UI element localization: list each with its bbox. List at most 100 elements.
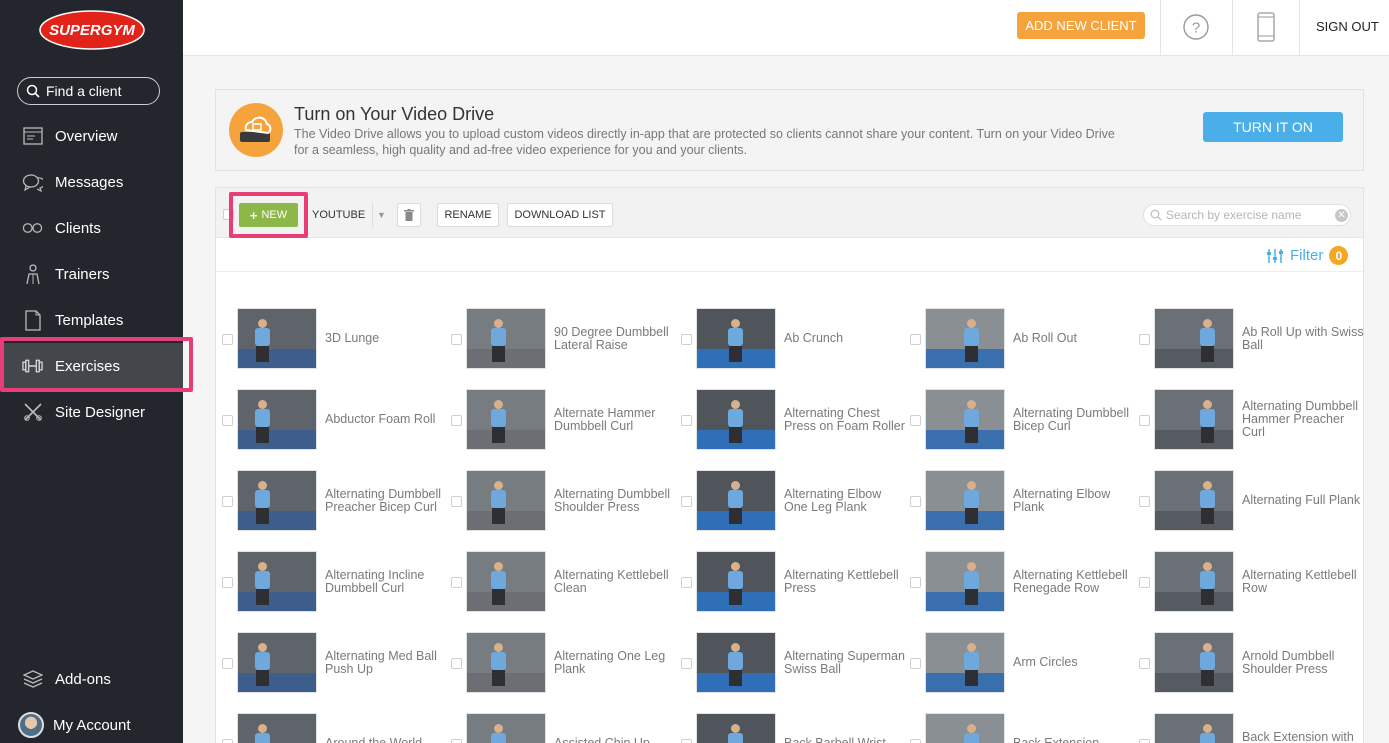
exercise-thumbnail[interactable] — [925, 389, 1005, 450]
exercise-thumbnail[interactable] — [925, 551, 1005, 612]
exercise-checkbox[interactable] — [451, 577, 462, 588]
exercise-checkbox[interactable] — [910, 577, 921, 588]
exercise-thumbnail[interactable] — [696, 632, 776, 693]
exercise-thumbnail[interactable] — [237, 551, 317, 612]
exercise-thumbnail[interactable] — [466, 632, 546, 693]
exercise-checkbox[interactable] — [910, 334, 921, 345]
download-list-button[interactable]: DOWNLOAD LIST — [507, 203, 613, 227]
exercise-thumbnail[interactable] — [1154, 470, 1234, 531]
exercise-thumbnail[interactable] — [1154, 551, 1234, 612]
exercise-thumbnail[interactable] — [237, 389, 317, 450]
exercise-card[interactable]: Back Extension — [908, 713, 1137, 743]
sign-out-link[interactable]: SIGN OUT — [1316, 19, 1379, 34]
turn-it-on-button[interactable]: TURN IT ON — [1203, 112, 1343, 142]
exercise-card[interactable]: Alternating Kettlebell Renegade Row — [908, 551, 1137, 613]
sidebar-item-trainers[interactable]: Trainers — [0, 251, 183, 297]
exercise-card[interactable]: Alternating Incline Dumbbell Curl — [220, 551, 449, 613]
exercise-checkbox[interactable] — [910, 415, 921, 426]
filter-button[interactable]: Filter 0 — [1266, 246, 1349, 265]
exercise-checkbox[interactable] — [681, 496, 692, 507]
exercise-card[interactable]: Ab Roll Out — [908, 308, 1137, 370]
exercise-checkbox[interactable] — [910, 739, 921, 743]
exercise-thumbnail[interactable] — [925, 632, 1005, 693]
sidebar-item-exercises[interactable]: Exercises — [0, 343, 183, 389]
exercise-card[interactable]: Alternating One Leg Plank — [449, 632, 678, 694]
exercise-checkbox[interactable] — [222, 577, 233, 588]
exercise-card[interactable]: Around the World — [220, 713, 449, 743]
exercise-checkbox[interactable] — [222, 415, 233, 426]
supergym-logo[interactable]: SUPERGYM — [39, 10, 145, 50]
exercise-card[interactable]: Alternating Dumbbell Shoulder Press — [449, 470, 678, 532]
exercise-checkbox[interactable] — [222, 334, 233, 345]
exercise-thumbnail[interactable] — [925, 713, 1005, 743]
sidebar-item-my-account[interactable]: My Account — [0, 702, 183, 743]
exercise-card[interactable]: Alternating Elbow Plank — [908, 470, 1137, 532]
exercise-card[interactable]: Alternating Kettlebell Row — [1137, 551, 1366, 613]
exercise-thumbnail[interactable] — [925, 308, 1005, 369]
exercise-card[interactable]: Alternating Full Plank — [1137, 470, 1366, 532]
exercise-checkbox[interactable] — [451, 658, 462, 669]
exercise-thumbnail[interactable] — [925, 470, 1005, 531]
exercise-card[interactable]: Alternating Chest Press on Foam Roller — [679, 389, 908, 451]
sidebar-item-clients[interactable]: Clients — [0, 205, 183, 251]
exercise-thumbnail[interactable] — [237, 632, 317, 693]
exercise-card[interactable]: Back Barbell Wrist — [679, 713, 908, 743]
exercise-thumbnail[interactable] — [466, 551, 546, 612]
exercise-thumbnail[interactable] — [237, 470, 317, 531]
exercise-checkbox[interactable] — [1139, 496, 1150, 507]
exercise-checkbox[interactable] — [681, 658, 692, 669]
exercise-card[interactable]: Alternating Med Ball Push Up — [220, 632, 449, 694]
exercise-card[interactable]: Back Extension with a — [1137, 713, 1366, 743]
exercise-thumbnail[interactable] — [1154, 632, 1234, 693]
sidebar-item-templates[interactable]: Templates — [0, 297, 183, 343]
exercise-thumbnail[interactable] — [696, 713, 776, 743]
exercise-card[interactable]: Ab Roll Up with Swiss Ball — [1137, 308, 1366, 370]
clear-search-icon[interactable]: ✕ — [1335, 208, 1348, 222]
exercise-checkbox[interactable] — [681, 577, 692, 588]
exercise-checkbox[interactable] — [910, 496, 921, 507]
exercise-checkbox[interactable] — [681, 739, 692, 743]
mobile-phone-icon[interactable] — [1257, 12, 1275, 42]
exercise-checkbox[interactable] — [1139, 739, 1150, 743]
exercise-thumbnail[interactable] — [466, 308, 546, 369]
exercise-checkbox[interactable] — [1139, 658, 1150, 669]
exercise-card[interactable]: Arnold Dumbbell Shoulder Press — [1137, 632, 1366, 694]
exercise-card[interactable]: 90 Degree Dumbbell Lateral Raise — [449, 308, 678, 370]
exercise-card[interactable]: Alternating Elbow One Leg Plank — [679, 470, 908, 532]
find-client-search[interactable]: Find a client — [17, 77, 160, 105]
exercise-checkbox[interactable] — [681, 415, 692, 426]
exercise-thumbnail[interactable] — [1154, 308, 1234, 369]
add-new-client-button[interactable]: ADD NEW CLIENT — [1017, 12, 1145, 39]
exercise-card[interactable]: Alternating Dumbbell Hammer Preacher Cur… — [1137, 389, 1366, 451]
exercise-checkbox[interactable] — [1139, 334, 1150, 345]
help-icon[interactable]: ? — [1183, 14, 1209, 40]
exercise-card[interactable]: Abductor Foam Roll — [220, 389, 449, 451]
sidebar-item-site-designer[interactable]: Site Designer — [0, 389, 183, 435]
exercise-search-input[interactable] — [1166, 208, 1331, 222]
exercise-checkbox[interactable] — [1139, 415, 1150, 426]
exercise-thumbnail[interactable] — [696, 470, 776, 531]
exercise-checkbox[interactable] — [222, 496, 233, 507]
exercise-thumbnail[interactable] — [1154, 713, 1234, 743]
exercise-card[interactable]: Alternate Hammer Dumbbell Curl — [449, 389, 678, 451]
exercise-card[interactable]: Ab Crunch — [679, 308, 908, 370]
sidebar-item-overview[interactable]: Overview — [0, 113, 183, 159]
exercise-checkbox[interactable] — [1139, 577, 1150, 588]
sidebar-item-add-ons[interactable]: Add-ons — [0, 656, 183, 702]
exercise-thumbnail[interactable] — [696, 551, 776, 612]
exercise-thumbnail[interactable] — [466, 389, 546, 450]
exercise-card[interactable]: 3D Lunge — [220, 308, 449, 370]
exercise-card[interactable]: Assisted Chin Up — [449, 713, 678, 743]
exercise-card[interactable]: Alternating Superman Swiss Ball — [679, 632, 908, 694]
exercise-thumbnail[interactable] — [696, 389, 776, 450]
exercise-checkbox[interactable] — [222, 739, 233, 743]
exercise-checkbox[interactable] — [451, 739, 462, 743]
exercise-thumbnail[interactable] — [237, 713, 317, 743]
select-all-checkbox[interactable] — [223, 209, 234, 220]
video-source-select[interactable]: YOUTUBE ▼ — [308, 203, 390, 227]
exercise-card[interactable]: Alternating Kettlebell Clean — [449, 551, 678, 613]
sidebar-item-messages[interactable]: Messages — [0, 159, 183, 205]
exercise-thumbnail[interactable] — [466, 713, 546, 743]
exercise-thumbnail[interactable] — [237, 308, 317, 369]
exercise-thumbnail[interactable] — [696, 308, 776, 369]
